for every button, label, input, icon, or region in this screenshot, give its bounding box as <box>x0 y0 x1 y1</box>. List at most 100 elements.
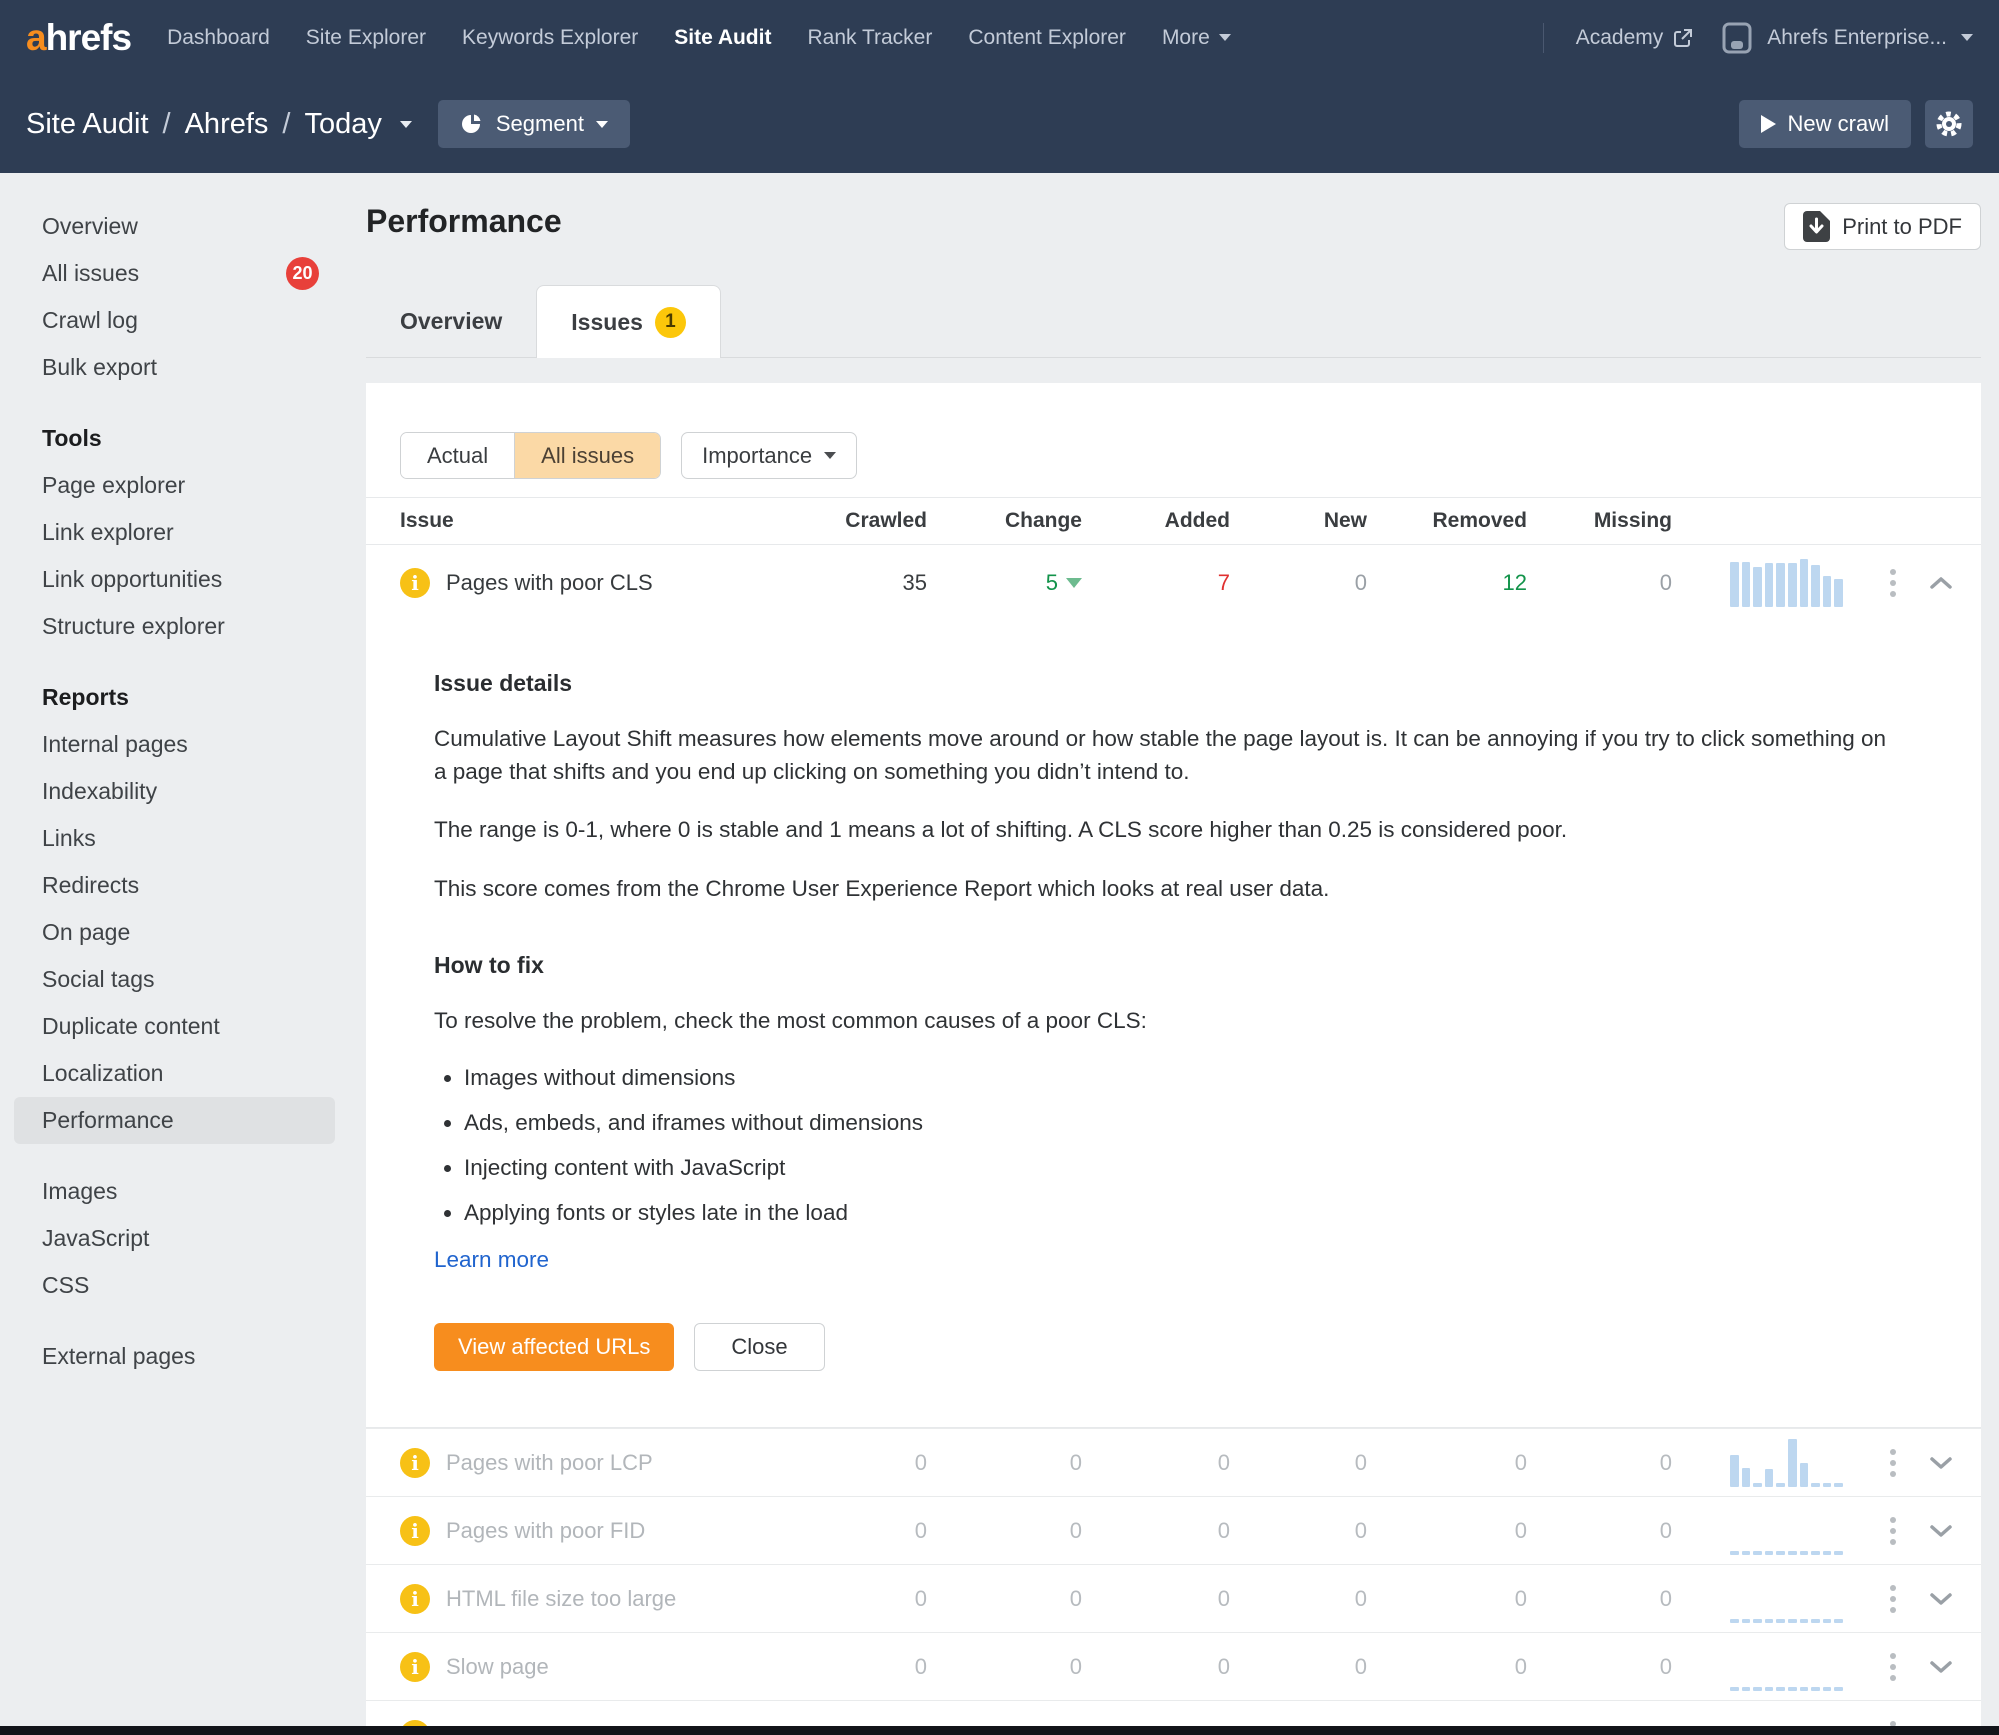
history-sparkline <box>1730 1575 1847 1623</box>
sidebar-item-link-opportunities[interactable]: Link opportunities <box>14 556 335 603</box>
sidebar-item-social-tags[interactable]: Social tags <box>14 956 335 1003</box>
sidebar-item-javascript[interactable]: JavaScript <box>14 1215 335 1262</box>
added-value: 0 <box>1217 1653 1230 1679</box>
removed-value: 0 <box>1514 1653 1527 1679</box>
sidebar-item-structure-explorer[interactable]: Structure explorer <box>14 603 335 650</box>
sidebar-item-images[interactable]: Images <box>14 1168 335 1215</box>
sidebar-item-on-page[interactable]: On page <box>14 909 335 956</box>
nav-item-content-explorer[interactable]: Content Explorer <box>968 26 1126 50</box>
sidebar-item-bulk-export[interactable]: Bulk export <box>14 344 335 391</box>
site-audit-screen: ahrefs Dashboard Site Explorer Keywords … <box>0 0 1999 1735</box>
segment-button[interactable]: Segment <box>437 100 630 148</box>
settings-button[interactable] <box>1925 100 1973 148</box>
collapse-chevron-icon[interactable] <box>1925 572 1957 594</box>
academy-label: Academy <box>1575 25 1664 49</box>
breadcrumb-project[interactable]: Ahrefs <box>185 108 269 141</box>
row-menu-button[interactable] <box>1884 563 1902 603</box>
row-menu-button[interactable] <box>1884 1715 1902 1726</box>
issue-row-slow-page[interactable]: i Slow page 0 0 0 0 0 0 <box>366 1632 1981 1700</box>
fix-cause-item: Injecting content with JavaScript <box>464 1155 1834 1181</box>
sidebar-item-link-explorer[interactable]: Link explorer <box>14 509 335 556</box>
nav-item-rank-tracker[interactable]: Rank Tracker <box>807 26 932 50</box>
sidebar-item-all-issues[interactable]: All issues 20 <box>14 250 335 297</box>
expand-chevron-icon[interactable] <box>1925 1588 1957 1610</box>
issue-row-pages-with-poor-cls[interactable]: i Pages with poor CLS 35 5 7 0 12 0 <box>366 545 1981 620</box>
ahrefs-logo[interactable]: ahrefs <box>26 17 132 59</box>
sidebar-item-label: Internal pages <box>42 731 188 757</box>
account-menu[interactable]: Ahrefs Enterprise... <box>1721 21 1973 55</box>
importance-label: Importance <box>702 442 813 468</box>
academy-link[interactable]: Academy <box>1576 26 1694 50</box>
breadcrumb-crawl-date[interactable]: Today <box>304 108 381 141</box>
tab-issues[interactable]: Issues 1 <box>536 285 721 358</box>
info-icon[interactable]: i <box>400 1447 430 1478</box>
sidebar-item-redirects[interactable]: Redirects <box>14 862 335 909</box>
sidebar-item-internal-pages[interactable]: Internal pages <box>14 721 335 768</box>
sidebar-item-localization[interactable]: Localization <box>14 1050 335 1097</box>
issue-row-not-compressed[interactable]: i Not compressed 0 0 0 0 0 0 <box>366 1700 1981 1726</box>
column-header-crawled[interactable]: Crawled <box>837 509 927 533</box>
expand-chevron-icon[interactable] <box>1925 1656 1957 1678</box>
removed-value: 0 <box>1514 1517 1527 1543</box>
tab-overview[interactable]: Overview <box>366 286 536 357</box>
sidebar-item-css[interactable]: CSS <box>14 1262 335 1309</box>
issue-row-pages-with-poor-lcp[interactable]: i Pages with poor LCP 0 0 0 0 0 0 <box>366 1428 1981 1496</box>
filter-actual-button[interactable]: Actual <box>401 433 515 478</box>
sidebar-item-crawl-log[interactable]: Crawl log <box>14 297 335 344</box>
sidebar-item-external-pages[interactable]: External pages <box>14 1333 335 1380</box>
issue-row-pages-with-poor-fid[interactable]: i Pages with poor FID 0 0 0 0 0 0 <box>366 1496 1981 1564</box>
nav-item-dashboard[interactable]: Dashboard <box>167 26 270 50</box>
crawled-value: 0 <box>914 1585 927 1611</box>
info-icon[interactable]: i <box>400 1583 430 1614</box>
close-button[interactable]: Close <box>694 1323 825 1372</box>
issue-row-html-file-size-too-large[interactable]: i HTML file size too large 0 0 0 0 0 0 <box>366 1564 1981 1632</box>
info-icon[interactable]: i <box>400 567 430 598</box>
sidebar-item-overview[interactable]: Overview <box>14 203 335 250</box>
row-menu-button[interactable] <box>1884 1647 1902 1687</box>
column-header-issue[interactable]: Issue <box>400 509 837 533</box>
filter-all-issues-button[interactable]: All issues <box>514 433 661 478</box>
row-menu-button[interactable] <box>1884 1511 1902 1551</box>
segment-chevron-icon <box>595 120 608 128</box>
info-icon[interactable]: i <box>400 1651 430 1682</box>
print-to-pdf-button[interactable]: Print to PDF <box>1784 203 1981 250</box>
column-header-missing[interactable]: Missing <box>1527 509 1672 533</box>
fix-cause-item: Applying fonts or styles late in the loa… <box>464 1200 1834 1226</box>
column-header-new[interactable]: New <box>1230 509 1367 533</box>
sidebar-item-duplicate-content[interactable]: Duplicate content <box>14 1003 335 1050</box>
row-menu-button[interactable] <box>1884 1579 1902 1619</box>
nav-item-site-audit[interactable]: Site Audit <box>674 26 771 50</box>
how-to-fix-heading: How to fix <box>434 951 544 978</box>
column-header-removed[interactable]: Removed <box>1367 509 1527 533</box>
row-menu-button[interactable] <box>1884 1443 1902 1483</box>
nav-item-more[interactable]: More <box>1162 26 1231 50</box>
nav-item-keywords-explorer[interactable]: Keywords Explorer <box>462 26 638 50</box>
added-value: 0 <box>1217 1517 1230 1543</box>
sidebar-item-indexability[interactable]: Indexability <box>14 768 335 815</box>
sidebar-item-label: Link explorer <box>42 519 174 545</box>
importance-dropdown[interactable]: Importance <box>681 432 858 479</box>
sidebar-item-page-explorer[interactable]: Page explorer <box>14 462 335 509</box>
expand-chevron-icon[interactable] <box>1925 1520 1957 1542</box>
sidebar-section-tools: Tools <box>42 425 102 451</box>
expand-chevron-icon[interactable] <box>1925 1452 1957 1474</box>
column-header-added[interactable]: Added <box>1082 509 1230 533</box>
nav-item-site-explorer[interactable]: Site Explorer <box>306 26 426 50</box>
new-value: 0 <box>1354 1585 1367 1611</box>
learn-more-link[interactable]: Learn more <box>434 1247 549 1273</box>
segment-label: Segment <box>495 111 584 136</box>
issue-details-panel: Issue details Cumulative Layout Shift me… <box>366 620 1981 1429</box>
view-affected-urls-button[interactable]: View affected URLs <box>434 1323 675 1372</box>
new-crawl-button[interactable]: New crawl <box>1738 100 1911 148</box>
tabs: Overview Issues 1 <box>366 285 1981 358</box>
sidebar-item-links[interactable]: Links <box>14 815 335 862</box>
info-icon[interactable]: i <box>400 1515 430 1546</box>
sidebar-section-reports: Reports <box>42 684 129 710</box>
issue-details-paragraph: This score comes from the Chrome User Ex… <box>434 875 1330 901</box>
sidebar-item-performance[interactable]: Performance <box>14 1097 335 1144</box>
sidebar-item-label: Indexability <box>42 778 158 804</box>
column-header-change[interactable]: Change <box>927 509 1082 533</box>
breadcrumb-site-audit[interactable]: Site Audit <box>26 108 149 141</box>
